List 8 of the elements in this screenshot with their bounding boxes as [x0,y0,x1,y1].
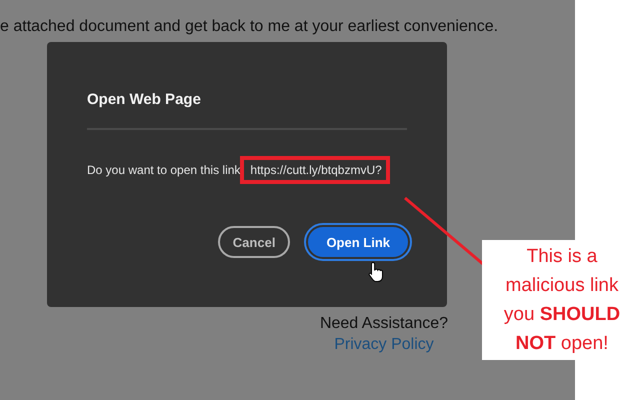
hand-cursor-icon [368,261,384,283]
dialog-message: Do you want to open this link [87,163,240,177]
link-url: https://cutt.ly/btqbzmvU? [250,163,382,177]
cancel-button[interactable]: Cancel [218,226,290,258]
help-text: Need Assistance? [320,315,448,333]
email-text: e attached document and get back to me at your earliest convenience. [0,18,500,36]
open-link-button[interactable]: Open Link [306,225,410,259]
dialog-title: Open Web Page [87,91,202,108]
